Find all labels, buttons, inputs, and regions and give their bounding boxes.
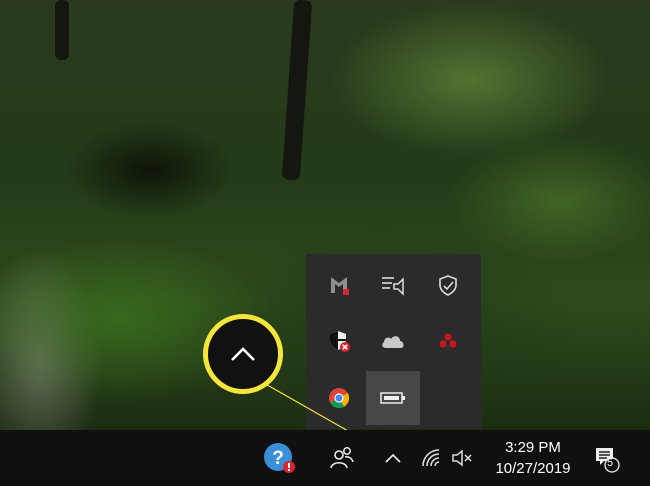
- notification-count-badge: 5: [607, 457, 614, 469]
- chevron-up-icon: [385, 453, 401, 463]
- wifi-icon[interactable]: [418, 430, 444, 486]
- clock-time: 3:29 PM: [505, 439, 561, 456]
- help-icon[interactable]: ?: [258, 430, 302, 486]
- clock[interactable]: 3:29 PM 10/27/2019: [478, 432, 588, 484]
- action-center-icon[interactable]: 5: [586, 430, 626, 486]
- highlight-circle: [203, 314, 283, 394]
- annotation-pointer-line: [261, 381, 381, 452]
- people-icon[interactable]: [322, 430, 362, 486]
- show-hidden-icons-button[interactable]: [380, 430, 406, 486]
- chevron-up-icon: [231, 347, 255, 361]
- clock-date: 10/27/2019: [495, 460, 571, 477]
- volume-muted-icon[interactable]: [448, 430, 476, 486]
- svg-text:?: ?: [272, 448, 284, 469]
